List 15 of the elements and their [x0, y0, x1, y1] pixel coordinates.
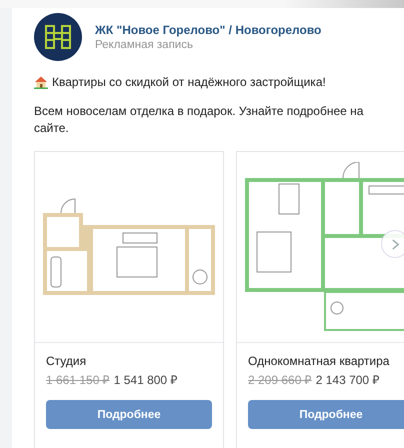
house-icon	[34, 75, 48, 89]
product-title: Студия	[46, 354, 88, 368]
author-link[interactable]: ЖК "Новое Горелово" / Новогорелово	[95, 23, 322, 37]
product-title: Однокомнатная квартира	[248, 354, 390, 368]
chevron-right-icon	[390, 238, 400, 250]
old-price: 2 209 660 ₽	[248, 372, 312, 388]
price: 2 143 700 ₽	[316, 372, 380, 388]
avatar-logo-icon[interactable]	[34, 13, 82, 61]
old-price: 1 661 150 ₽	[46, 372, 110, 388]
post-text: Всем новоселам отделка в подарок. Узнайте подробнее на сайте.	[34, 103, 364, 137]
details-button[interactable]: Подробнее	[46, 400, 212, 429]
price: 1 541 800 ₽	[114, 372, 178, 388]
details-button[interactable]: Подробнее	[248, 400, 404, 429]
ad-label: Рекламная запись	[95, 39, 194, 51]
post-headline: Квартиры со скидкой от надёжного застройщика!	[52, 75, 326, 89]
